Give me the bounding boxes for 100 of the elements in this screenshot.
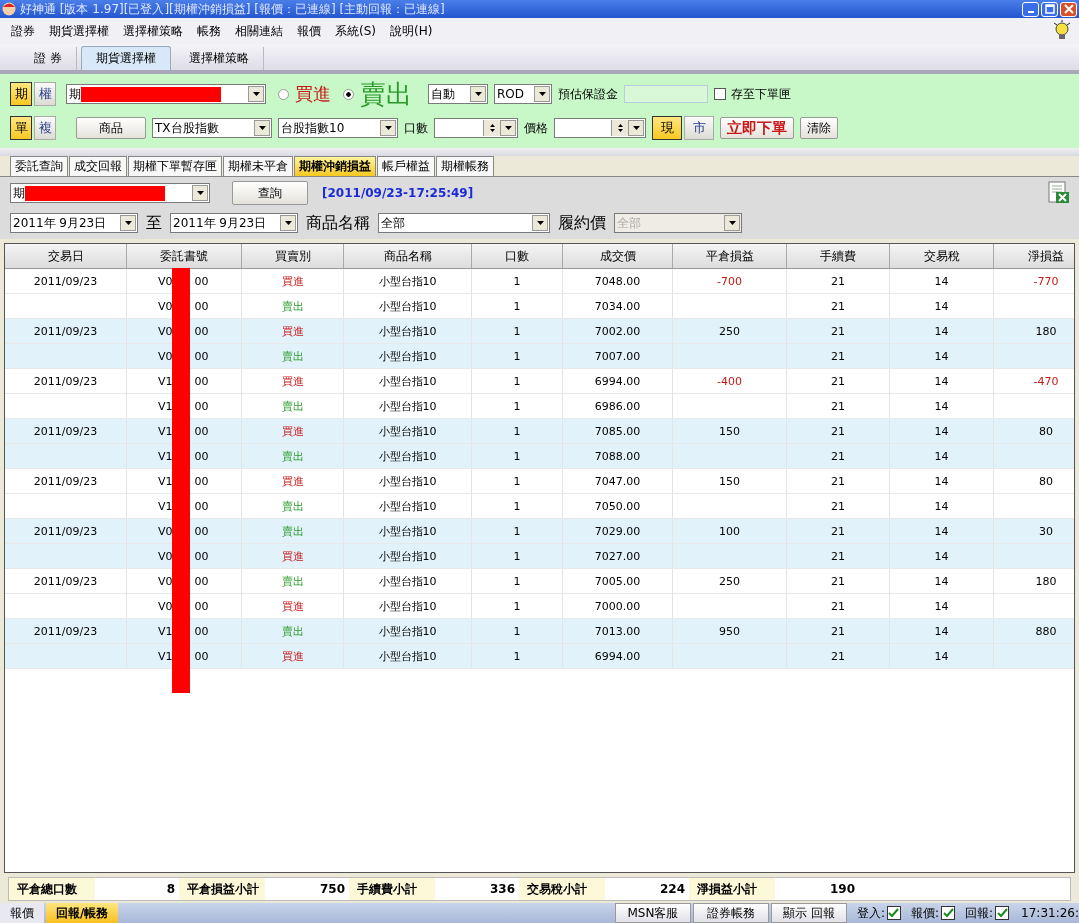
table-cell: 00 [194, 649, 209, 663]
menu-item[interactable]: 報價 [290, 22, 328, 40]
price-type-button[interactable]: 市 [684, 116, 714, 140]
table-cell: -700 [717, 274, 742, 288]
field-label: 預估保證金 [558, 85, 618, 103]
menu-item[interactable]: 選擇權策略 [116, 22, 190, 40]
column-header[interactable]: 成交價 [562, 244, 673, 269]
table-cell: 00 [194, 424, 209, 438]
tab[interactable]: 帳戶權益 [377, 156, 435, 176]
column-header[interactable]: 買賣別 [241, 244, 344, 269]
caret-icon [504, 126, 512, 130]
tab[interactable]: 期貨選擇權 [80, 46, 171, 70]
margin-field[interactable] [624, 85, 708, 103]
column-header[interactable]: 口數 [471, 244, 563, 269]
status-button[interactable]: 證券帳務 [692, 903, 769, 923]
table-cell: 21 [831, 324, 845, 338]
menu-item[interactable]: 系統(S) [328, 22, 383, 40]
menu-item[interactable]: 帳務 [190, 22, 228, 40]
table-cell: 小型台指10 [378, 374, 437, 388]
tab[interactable]: 期權下單暫存匣 [128, 156, 222, 176]
tab[interactable]: 期權未平倉 [223, 156, 293, 176]
tab[interactable]: 選擇權策略 [174, 47, 264, 70]
spinner-icon[interactable] [616, 123, 624, 133]
table-cell: V1 [158, 399, 173, 413]
account-dropdown[interactable]: 期 [10, 183, 210, 203]
table-cell: 2011/09/23 [33, 424, 98, 438]
maximize-button[interactable] [1041, 1, 1058, 17]
status-button[interactable]: MSN客服 [614, 903, 691, 923]
product-button[interactable]: 商品 [76, 117, 146, 139]
toggle-button[interactable]: 權 [34, 82, 56, 106]
table-cell: 1 [513, 349, 521, 363]
tab[interactable]: 報價 [0, 903, 44, 923]
spinner-icon[interactable] [488, 123, 496, 133]
table-cell: 1 [513, 399, 521, 413]
dropdown[interactable]: 台股指數10 [278, 118, 398, 138]
column-header[interactable]: 交易稅 [889, 244, 994, 269]
field-label: 商品名稱 [306, 212, 370, 234]
toggle-button[interactable]: 單 [10, 116, 32, 140]
table-cell: 950 [719, 624, 740, 638]
spin-field[interactable] [554, 118, 646, 138]
column-header[interactable]: 淨損益 [993, 244, 1074, 269]
table-cell: 00 [194, 324, 209, 338]
table-cell: V0 [158, 349, 173, 363]
tab[interactable]: 成交回報 [69, 156, 127, 176]
status-button[interactable]: 顯示 回報 [770, 903, 847, 923]
dropdown[interactable]: 2011年 9月23日 [10, 213, 138, 233]
column-header[interactable]: 手續費 [786, 244, 890, 269]
table-cell: 7007.00 [594, 349, 641, 363]
toggle-button[interactable]: 期 [10, 82, 32, 106]
dropdown[interactable]: TX台股指數 [152, 118, 272, 138]
table-cell: 7085.00 [594, 424, 641, 438]
tab[interactable]: 期權帳務 [436, 156, 494, 176]
field-label: 履約價 [558, 212, 606, 234]
table-cell: 買進 [281, 549, 304, 563]
submit-order-button[interactable]: 立即下單 [720, 117, 794, 139]
dropdown[interactable]: 2011年 9月23日 [170, 213, 298, 233]
table-cell: 14 [934, 399, 949, 413]
caret-icon [632, 126, 640, 130]
close-button[interactable] [1060, 1, 1077, 17]
menu-item[interactable]: 說明(H) [383, 22, 440, 40]
tab[interactable]: 委託查詢 [10, 156, 68, 176]
tab[interactable]: 回報/帳務 [46, 903, 119, 923]
menu-item[interactable]: 期貨選擇權 [42, 22, 116, 40]
toggle-button[interactable]: 複 [34, 116, 56, 140]
spin-field[interactable] [434, 118, 518, 138]
dropdown[interactable]: ROD [494, 84, 552, 104]
tab[interactable]: 期權沖銷損益 [294, 156, 376, 176]
tab[interactable]: 證 券 [20, 47, 77, 70]
query-button[interactable]: 查詢 [232, 181, 308, 205]
table-cell: 買進 [281, 649, 304, 663]
table-cell: 180 [1035, 574, 1057, 588]
indicator-label: 報價: [910, 904, 939, 922]
radio-button[interactable] [278, 88, 289, 100]
column-header[interactable]: 平倉損益 [672, 244, 787, 269]
summary-value: 336 [488, 881, 516, 898]
minimize-button[interactable] [1022, 1, 1039, 17]
dropdown[interactable]: 全部 [378, 213, 550, 233]
menu-item[interactable]: 相關連結 [228, 22, 290, 40]
column-header[interactable]: 委託書號 [126, 244, 242, 269]
dropdown[interactable]: 自動 [428, 84, 488, 104]
field-label: 口數 [404, 119, 428, 137]
account-dropdown[interactable]: 期 [66, 84, 266, 104]
table-cell: 14 [934, 374, 949, 388]
table-cell: 00 [194, 624, 209, 638]
table-cell: 1 [513, 299, 521, 313]
table-cell: 2011/09/23 [33, 324, 98, 338]
table-cell: 買進 [281, 324, 304, 338]
table-cell: 21 [831, 424, 845, 438]
checkbox[interactable] [714, 88, 726, 100]
table-cell: 00 [194, 349, 209, 363]
price-type-button[interactable]: 現 [652, 116, 682, 140]
column-header[interactable]: 交易日 [5, 244, 127, 269]
table-cell: 14 [934, 274, 949, 288]
table-cell: 小型台指10 [378, 574, 437, 588]
column-header[interactable]: 商品名稱 [343, 244, 472, 269]
menu-item[interactable]: 證券 [4, 22, 42, 40]
table-cell: 7013.00 [594, 624, 641, 638]
table-cell: 21 [831, 274, 845, 288]
clear-button[interactable]: 清除 [800, 117, 838, 139]
radio-button[interactable] [343, 88, 354, 100]
